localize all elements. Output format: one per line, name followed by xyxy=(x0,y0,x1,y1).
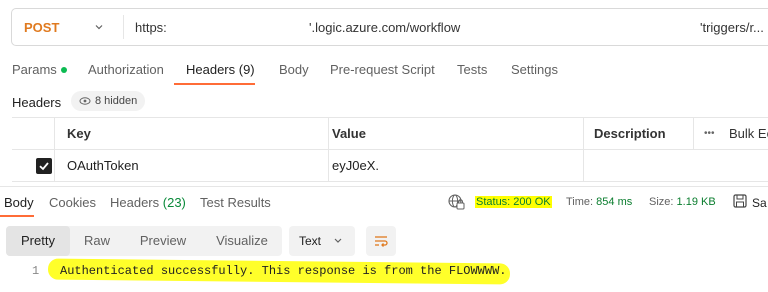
method-select[interactable]: POST xyxy=(24,20,59,35)
response-divider xyxy=(0,186,768,187)
response-tab-body[interactable]: Body xyxy=(4,195,34,210)
url-part-path[interactable]: 'triggers/r... xyxy=(700,20,764,35)
tab-tests[interactable]: Tests xyxy=(457,62,487,77)
bulk-edit-link[interactable]: Bulk Ec xyxy=(729,126,768,141)
headers-section-title: Headers xyxy=(12,95,62,110)
url-part-scheme[interactable]: https: xyxy=(135,20,167,35)
hidden-headers-toggle[interactable]: 8 hidden xyxy=(71,91,146,111)
wrap-lines-button[interactable] xyxy=(366,226,396,256)
response-time[interactable]: Time: 854 ms xyxy=(566,196,632,208)
globe-icon[interactable] xyxy=(447,193,465,211)
tab-settings[interactable]: Settings xyxy=(511,62,558,77)
header-value: eyJ0eX. xyxy=(332,158,379,173)
column-key-label: Key xyxy=(67,126,91,141)
active-tab-indicator xyxy=(174,83,255,85)
cell-key[interactable]: OAuthToken xyxy=(54,150,328,181)
hidden-count: 8 hidden xyxy=(95,95,138,107)
save-response-button[interactable]: Sa xyxy=(752,196,767,210)
tab-params[interactable]: Params xyxy=(12,62,67,77)
column-key: Key xyxy=(54,118,328,149)
header-key: OAuthToken xyxy=(67,158,139,173)
line-number: 1 xyxy=(32,264,40,278)
wrap-lines-icon xyxy=(375,236,388,247)
column-value-label: Value xyxy=(332,126,366,141)
response-tab-cookies[interactable]: Cookies xyxy=(49,195,96,210)
checkmark-icon xyxy=(39,162,49,171)
table-row: OAuthToken eyJ0eX. xyxy=(12,150,768,182)
cell-value[interactable]: eyJ0eX. xyxy=(328,150,592,181)
column-description-label: Description xyxy=(594,126,666,141)
params-dot-icon xyxy=(60,66,67,73)
more-options-icon[interactable]: ••• xyxy=(704,128,715,139)
cell-description[interactable] xyxy=(583,150,768,181)
column-actions: ••• Bulk Ec xyxy=(693,118,768,149)
column-description: Description xyxy=(583,118,693,149)
tab-pre-request-script[interactable]: Pre-request Script xyxy=(330,62,435,77)
url-divider xyxy=(123,15,124,39)
chevron-down-icon[interactable] xyxy=(94,22,104,32)
response-type-select[interactable]: Text xyxy=(289,226,355,256)
status-badge[interactable]: Status: 200 OK xyxy=(475,196,552,208)
tab-authorization[interactable]: Authorization xyxy=(88,62,164,77)
response-body-text[interactable]: Authenticated successfully. This respons… xyxy=(60,264,506,278)
tab-body[interactable]: Body xyxy=(279,62,309,77)
url-bar[interactable]: POST https: '.logic.azure.com/workflow '… xyxy=(11,8,768,46)
column-value: Value xyxy=(328,118,592,149)
format-pretty-button[interactable]: Pretty xyxy=(6,226,70,256)
tab-headers[interactable]: Headers (9) xyxy=(186,62,255,77)
response-size[interactable]: Size: 1.19 KB xyxy=(649,196,716,208)
format-toggle-group: Pretty Raw Preview Visualize xyxy=(6,226,282,256)
save-icon[interactable] xyxy=(732,193,748,209)
active-response-tab-indicator xyxy=(0,215,34,217)
response-type-label: Text xyxy=(299,234,322,248)
eye-icon xyxy=(79,97,91,105)
headers-table: Key Value Description ••• Bulk Ec OAuthT… xyxy=(12,117,768,185)
url-part-host[interactable]: '.logic.azure.com/workflow xyxy=(309,20,460,35)
format-raw-button[interactable]: Raw xyxy=(70,226,124,256)
format-preview-button[interactable]: Preview xyxy=(124,226,202,256)
row-enabled-checkbox[interactable] xyxy=(36,158,52,174)
chevron-down-icon xyxy=(334,238,342,243)
response-tab-headers[interactable]: Headers (23) xyxy=(110,195,186,210)
response-tab-test-results[interactable]: Test Results xyxy=(200,195,271,210)
table-header-row: Key Value Description ••• Bulk Ec xyxy=(12,118,768,150)
format-visualize-button[interactable]: Visualize xyxy=(202,226,282,256)
